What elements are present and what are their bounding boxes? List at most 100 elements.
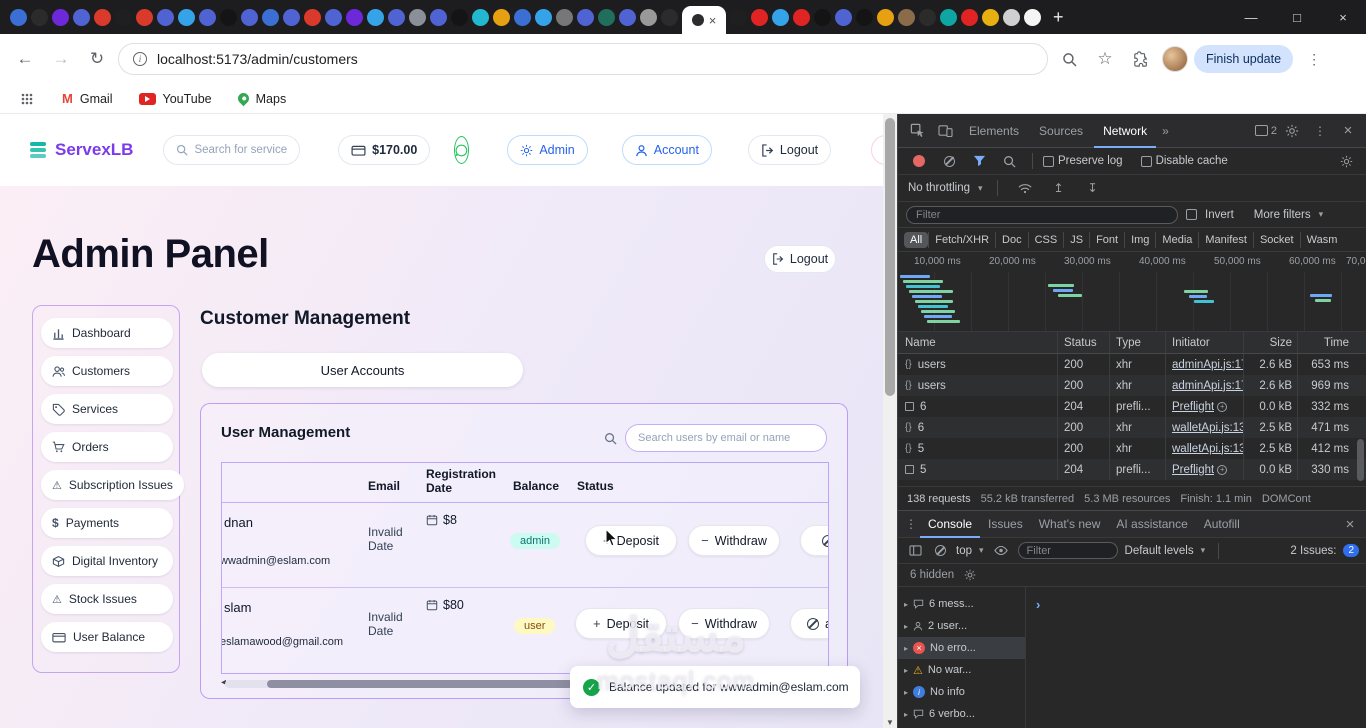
col-initiator[interactable]: Initiator (1166, 332, 1244, 353)
filter-funnel-icon[interactable] (966, 148, 992, 174)
bookmark-maps[interactable]: Maps (235, 90, 286, 107)
col-type[interactable]: Type (1110, 332, 1166, 353)
logout-nav-button[interactable]: Logout (747, 135, 832, 165)
tab-favicon[interactable] (220, 8, 237, 26)
forward-icon[interactable]: → (46, 44, 76, 74)
type-filter-chip[interactable]: Img (1124, 231, 1155, 248)
site-info-icon[interactable]: i (133, 52, 147, 66)
disable-cache-checkbox[interactable] (1140, 155, 1152, 167)
close-window-icon[interactable]: × (1320, 10, 1366, 25)
new-tab-button[interactable]: + (1053, 7, 1064, 28)
sidebar-item-orders[interactable]: Orders (41, 432, 173, 462)
withdraw-button[interactable]: − Withdraw (688, 525, 780, 556)
tab-favicon[interactable] (877, 8, 894, 26)
user-search-input[interactable] (625, 424, 827, 452)
import-har-icon[interactable]: ↥ (1046, 175, 1072, 201)
chrome-menu-icon[interactable]: ⋮ (1299, 44, 1329, 74)
zoom-icon[interactable] (1054, 44, 1084, 74)
tab-favicon[interactable] (940, 8, 957, 26)
col-size[interactable]: Size (1244, 332, 1298, 353)
scrollbar-thumb[interactable] (267, 680, 573, 688)
console-sidebar-icon[interactable] (906, 538, 924, 564)
cart-nav-button[interactable]: Cart (871, 135, 883, 165)
tab-favicon[interactable] (178, 8, 195, 26)
tab-favicon[interactable] (241, 8, 258, 26)
record-icon[interactable] (906, 148, 932, 174)
network-overview-waterfall[interactable] (898, 272, 1366, 332)
type-filter-chip[interactable]: Manifest (1198, 231, 1253, 248)
tab-favicon[interactable] (835, 8, 852, 26)
network-settings-gear-icon[interactable] (1333, 148, 1359, 174)
type-filter-chip[interactable]: Font (1089, 231, 1124, 248)
tab-favicon[interactable] (793, 8, 810, 26)
tab-favicon[interactable] (535, 8, 552, 26)
tab-favicon[interactable] (115, 8, 132, 26)
url-text[interactable]: localhost:5173/admin/customers (157, 51, 358, 67)
tab-favicon[interactable] (199, 8, 216, 26)
maximize-icon[interactable]: □ (1274, 10, 1320, 25)
wallet-balance-button[interactable]: $170.00 (338, 135, 431, 165)
tab-favicon[interactable] (367, 8, 384, 26)
type-filter-chip[interactable]: CSS (1027, 231, 1064, 248)
scrollbar-thumb[interactable] (885, 118, 895, 396)
devtools-menu-icon[interactable]: ⋮ (1307, 118, 1333, 144)
tab-issues[interactable]: Issues (980, 510, 1031, 538)
tab-favicon[interactable] (814, 8, 831, 26)
tab-elements[interactable]: Elements (960, 114, 1028, 148)
tab-favicon[interactable] (772, 8, 789, 26)
initiator-link[interactable]: walletApi.js:13 (1172, 422, 1243, 434)
bookmark-gmail[interactable]: M Gmail (62, 91, 113, 106)
context-select[interactable]: top (956, 545, 972, 557)
console-filter-input[interactable] (1017, 542, 1118, 559)
network-request-row[interactable]: {} 5 200 xhr walletApi.js:13 2.5 kB 412 m… (898, 438, 1366, 459)
close-devtools-icon[interactable]: × (1335, 118, 1361, 144)
sidebar-item-dashboard[interactable]: Dashboard (41, 318, 173, 348)
tab-favicon[interactable] (598, 8, 615, 26)
throttling-select[interactable]: No throttling (908, 182, 970, 194)
type-filter-chip[interactable]: JS (1063, 231, 1089, 248)
tab-favicon[interactable] (640, 8, 657, 26)
network-request-row[interactable]: 5 204 prefli... Preflight + 0.0 kB 330 ms (898, 459, 1366, 480)
tab-favicon[interactable] (730, 8, 747, 26)
preserve-log-checkbox[interactable] (1043, 155, 1054, 167)
more-filters-button[interactable]: More filters (1254, 209, 1311, 221)
whatsapp-icon[interactable] (454, 136, 470, 164)
issues-count-badge[interactable]: 2 (1343, 544, 1359, 557)
settings-gear-icon[interactable] (1279, 118, 1305, 144)
device-toolbar-icon[interactable] (932, 118, 958, 144)
tab-favicon[interactable] (388, 8, 405, 26)
initiator-link[interactable]: Preflight (1172, 401, 1214, 413)
eye-icon[interactable] (991, 538, 1011, 564)
bookmark-youtube[interactable]: YouTube (138, 92, 212, 106)
type-filter-chip[interactable]: Fetch/XHR (928, 231, 995, 248)
sidebar-item-payments[interactable]: $ Payments (41, 508, 173, 538)
brand[interactable]: ServexLB (28, 140, 133, 160)
deposit-button[interactable]: + Deposit (575, 608, 667, 639)
tab-favicon[interactable] (94, 8, 111, 26)
ban-button[interactable]: ad (790, 608, 828, 639)
type-filter-chip[interactable]: Socket (1252, 231, 1300, 248)
network-request-row[interactable]: {} users 200 xhr adminApi.js:17 2.6 kB 65… (898, 354, 1366, 375)
tab-favicon[interactable] (157, 8, 174, 26)
finish-update-button[interactable]: Finish update (1194, 45, 1294, 73)
type-filter-chip[interactable]: Media (1155, 231, 1198, 248)
initiator-link[interactable]: adminApi.js:17 (1172, 359, 1243, 371)
tab-favicon[interactable] (304, 8, 321, 26)
active-tab[interactable]: × (682, 6, 726, 34)
logout-button[interactable]: Logout (764, 245, 836, 273)
initiator-link[interactable]: adminApi.js:17 (1172, 380, 1243, 392)
sidebar-item-stock-issues[interactable]: ⚠ Stock Issues (41, 584, 173, 614)
tab-sources[interactable]: Sources (1030, 114, 1092, 148)
console-filter-verbose[interactable]: ▸ 6 verbo... (898, 703, 1025, 725)
sidebar-item-subscription-issues[interactable]: ⚠ Subscription Issues (41, 470, 184, 500)
export-har-icon[interactable]: ↧ (1080, 175, 1106, 201)
close-drawer-icon[interactable]: × (1337, 511, 1363, 537)
admin-nav-button[interactable]: Admin (507, 135, 588, 165)
tab-favicon[interactable] (430, 8, 447, 26)
clear-icon[interactable] (936, 148, 962, 174)
scroll-down-arrow-icon[interactable]: ▼ (886, 718, 894, 727)
tab-ai-assistance[interactable]: AI assistance (1108, 510, 1195, 538)
tab-favicon[interactable] (262, 8, 279, 26)
apps-grid-icon[interactable] (18, 90, 36, 108)
page-scrollbar[interactable]: ▼ (883, 114, 897, 728)
